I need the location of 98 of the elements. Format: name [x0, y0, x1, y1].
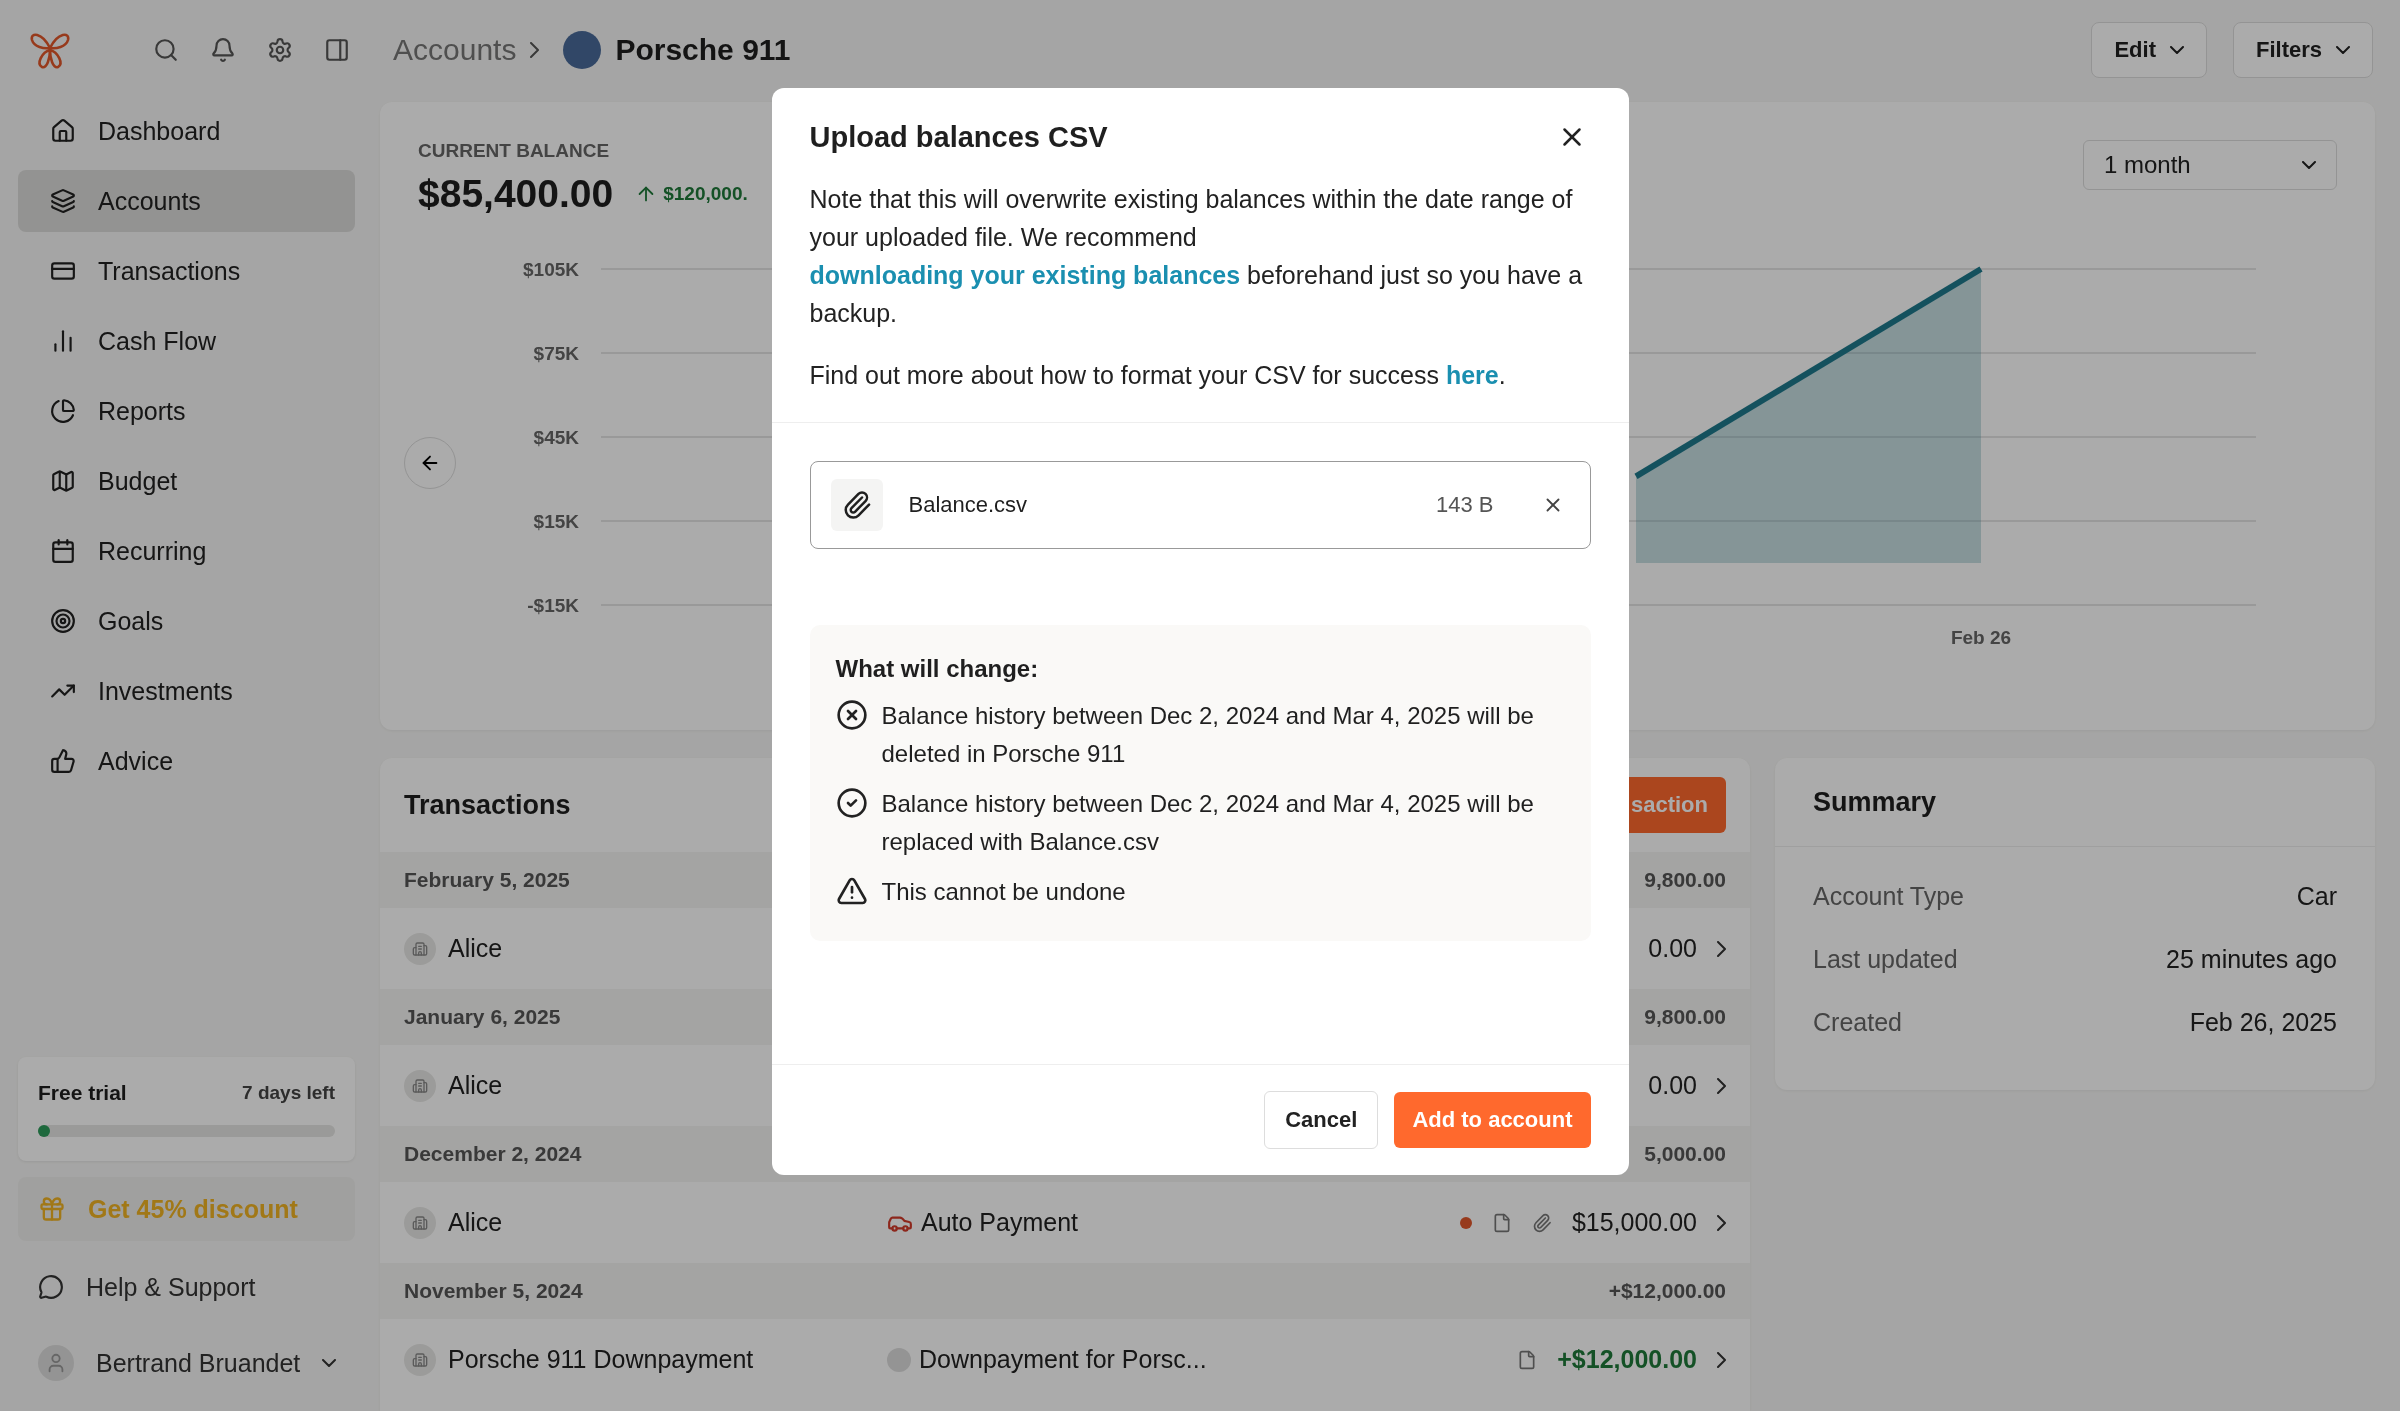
transaction-amount: 0.00: [1648, 934, 1697, 963]
search-icon[interactable]: [153, 37, 179, 63]
chevron-right-icon[interactable]: [1717, 940, 1726, 957]
dialog-text: Note that this will overwrite existing balances within the date range of your uploaded file. We recommend downloading your existing balances beforehand just so you have a backup.: [809, 184, 1584, 329]
warning-icon: [835, 875, 868, 907]
summary-label: Account Type: [1813, 882, 1965, 911]
sidebar-item[interactable]: Advice: [18, 730, 355, 792]
days-left: 7 days left: [242, 1082, 335, 1104]
sidebar-item[interactable]: Recurring: [18, 520, 355, 582]
chevron-right-icon[interactable]: [1717, 1214, 1726, 1231]
text-link[interactable]: here: [1445, 361, 1499, 389]
chevron-right-icon[interactable]: [1717, 1351, 1726, 1368]
change-text: Balance history between Dec 2, 2024 and Mar 4, 2025 will be deleted in Porsche 911: [881, 701, 1535, 769]
merchant-icon: [404, 1206, 436, 1239]
change-text: This cannot be undone: [881, 877, 1126, 907]
summary-label: Created: [1813, 1008, 1902, 1037]
merchant-icon: [404, 1069, 436, 1102]
pie-chart-icon: [50, 398, 76, 424]
chevron-down-icon: [2336, 46, 2350, 54]
group-date: February 5, 2025: [404, 868, 570, 892]
sidebar-item[interactable]: Budget: [18, 450, 355, 512]
group-date: November 5, 2024: [404, 1279, 583, 1303]
sidebar-item[interactable]: Goals: [18, 590, 355, 652]
panel-icon[interactable]: [324, 37, 350, 63]
balance-change: $120,000.: [635, 183, 748, 205]
dropdown-button[interactable]: Filters: [2232, 22, 2373, 78]
user-menu[interactable]: Bertrand Bruandet: [18, 1333, 355, 1393]
trial-title: Free trial: [38, 1081, 127, 1105]
y-axis-label: $15K: [533, 511, 579, 532]
transaction-amount: +$12,000.00: [1557, 1345, 1697, 1374]
file-size: 143 B: [1436, 492, 1494, 518]
gift-icon: [38, 1195, 66, 1223]
sidebar-item[interactable]: Investments: [18, 660, 355, 722]
group-total: 9,800.00: [1644, 868, 1726, 892]
sidebar-item[interactable]: Transactions: [18, 240, 355, 302]
category-label: Downpayment for Porsc...: [919, 1345, 1207, 1374]
summary-label: Last updated: [1813, 945, 1958, 974]
merchant-icon: [404, 932, 436, 965]
chevron-down-icon: [322, 1359, 337, 1367]
group-total: 9,800.00: [1644, 1005, 1726, 1029]
circle-check-icon: [835, 787, 868, 819]
dropdown-button[interactable]: Edit: [2091, 22, 2207, 78]
merchant-name: Porsche 911 Downpayment: [448, 1345, 755, 1374]
range-select[interactable]: 1 month: [2083, 140, 2337, 190]
y-axis-label: $75K: [533, 343, 579, 364]
user-avatar-icon: [38, 1345, 74, 1381]
circle-x-icon: [835, 699, 868, 731]
thumbs-up-icon: [50, 748, 76, 774]
chevron-down-icon: [2302, 161, 2316, 169]
transaction-amount: $15,000.00: [1571, 1208, 1697, 1237]
settings-icon[interactable]: [267, 37, 293, 63]
summary-value: Car: [2296, 882, 2337, 911]
y-axis-label: $45K: [533, 427, 579, 448]
summary-value: Feb 26, 2025: [2189, 1008, 2337, 1037]
group-total: 5,000.00: [1644, 1142, 1726, 1166]
page-title: Porsche 911: [615, 33, 791, 67]
sidebar-item[interactable]: Accounts: [18, 170, 355, 232]
sidebar-item[interactable]: Dashboard: [18, 100, 355, 162]
merchant-icon: [404, 1343, 436, 1376]
merchant-name: Alice: [448, 934, 504, 963]
sidebar-item[interactable]: Reports: [18, 380, 355, 442]
changes-title: What will change:: [835, 655, 1040, 683]
card-title: Summary: [1813, 786, 1937, 818]
y-axis-label: -$15K: [527, 595, 579, 616]
chevron-right-icon[interactable]: [1717, 1077, 1726, 1094]
bell-icon[interactable]: [210, 37, 236, 63]
group-date: January 6, 2025: [404, 1005, 561, 1029]
cancel-button[interactable]: Cancel: [1264, 1091, 1379, 1149]
back-arrow-button[interactable]: [404, 437, 456, 489]
chevron-down-icon: [2169, 46, 2184, 54]
merchant-name: Alice: [448, 1071, 504, 1100]
text-link[interactable]: downloading your existing balances: [809, 261, 1241, 289]
change-text: Balance history between Dec 2, 2024 and Mar 4, 2025 will be replaced with Balance.csv: [881, 789, 1535, 857]
sidebar-item[interactable]: Cash Flow: [18, 310, 355, 372]
y-axis-label: $105K: [523, 259, 579, 280]
group-total: +$12,000.00: [1608, 1279, 1726, 1303]
merchant-name: Alice: [448, 1208, 504, 1237]
x-axis-label: Feb 26: [1950, 627, 2012, 648]
target-icon: [50, 608, 76, 634]
transaction-amount: 0.00: [1648, 1071, 1697, 1100]
summary-value: 25 minutes ago: [2166, 945, 2337, 974]
house-icon: [50, 118, 76, 144]
dialog-text: Find out more about how to format your CSV for success here.: [809, 360, 1507, 391]
group-date: December 2, 2024: [404, 1142, 582, 1166]
help-link[interactable]: Help & Support: [18, 1257, 355, 1317]
layers-icon: [50, 188, 76, 214]
calendar-icon: [50, 538, 76, 564]
chat-bubble-icon: [38, 1274, 64, 1300]
map-icon: [50, 468, 76, 494]
file-name: Balance.csv: [908, 492, 1029, 518]
category-label: Auto Payment: [921, 1208, 1079, 1237]
car-photo-placeholder: [563, 31, 602, 69]
card-title: Transactions: [404, 789, 571, 821]
paperclip-icon: [830, 479, 883, 531]
balance-amount: $85,400.00: [418, 172, 614, 216]
dialog-title: Upload balances CSV: [809, 120, 1108, 154]
balance-label: CURRENT BALANCE: [418, 140, 611, 162]
chevron-right-icon: [530, 42, 540, 58]
